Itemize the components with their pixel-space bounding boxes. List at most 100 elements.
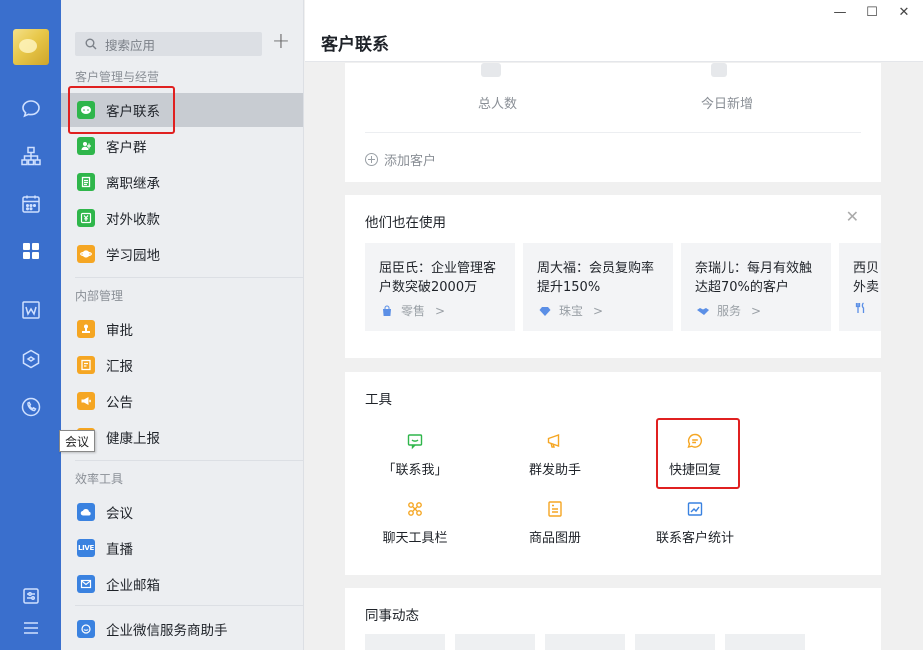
divider (75, 460, 303, 461)
sidebar-item-label: 企业邮箱 (106, 578, 160, 594)
left-rail (0, 0, 61, 650)
tool-customer-stats[interactable]: 联系客户统计 (645, 500, 745, 546)
fork-icon (855, 302, 865, 313)
sidebar-item-label: 企业微信服务商助手 (106, 623, 228, 639)
case-card[interactable]: 奈瑞儿：每月有效触达超70%的客户 服务 > (681, 243, 831, 331)
quick-reply-icon (686, 432, 704, 450)
section-title-efficiency: 效率工具 (75, 472, 124, 486)
chat-bubble-icon (77, 101, 95, 119)
divider (75, 605, 303, 606)
case-card[interactable]: 周大福：会员复购率提升150% 珠宝 > (523, 243, 673, 331)
divider (365, 132, 861, 133)
case-tag[interactable] (855, 302, 875, 314)
settings-icon[interactable] (18, 583, 44, 609)
activity-placeholder (725, 634, 805, 650)
case-tag[interactable]: 珠宝 > (539, 302, 603, 319)
header: 客户联系 — ☐ ✕ (305, 0, 923, 62)
report-icon (77, 356, 95, 374)
section-title-internal: 内部管理 (75, 289, 124, 303)
minimize-button[interactable]: — (829, 4, 851, 22)
tool-label: 联系客户统计 (655, 531, 734, 546)
sidebar-item-customer-group[interactable]: 客户群 (61, 129, 303, 163)
sidebar-item-label: 离职继承 (106, 176, 160, 192)
sidebar-item-customer-contact[interactable]: 客户联系 (61, 93, 303, 127)
sidebar-item-meeting[interactable]: 会议 (61, 495, 303, 529)
add-customer-button[interactable]: 添加客户 (365, 150, 436, 169)
activity-placeholder (365, 634, 445, 650)
today-count-blurred (711, 63, 727, 77)
sidebar-item-resign-inherit[interactable]: 离职继承 (61, 165, 303, 199)
sidebar-item-payment[interactable]: 对外收款 (61, 201, 303, 235)
search-icon (85, 38, 97, 50)
tools-card: 工具 「联系我」 群发助手 快捷回复 聊天工具栏 商品图册 联系客户统计 (345, 372, 881, 575)
close-icon[interactable]: ✕ (846, 207, 859, 226)
sidebar-item-health-report[interactable]: 健康上报 (61, 420, 303, 454)
divider (75, 277, 303, 278)
search-input[interactable]: 搜索应用 (75, 32, 262, 56)
sidebar-item-learning[interactable]: 学习园地 (61, 237, 303, 271)
planet-icon (77, 245, 95, 263)
sidebar-item-live[interactable]: LIVE 直播 (61, 531, 303, 565)
case-tag[interactable]: 服务 > (697, 302, 761, 319)
mail-icon (77, 575, 95, 593)
search-placeholder: 搜索应用 (105, 37, 156, 53)
stats-icon (686, 500, 704, 518)
sidebar-item-approval[interactable]: 审批 (61, 312, 303, 346)
section-title-customer: 客户管理与经营 (75, 70, 160, 84)
activity-placeholder (455, 634, 535, 650)
sidebar-item-label: 汇报 (106, 359, 133, 375)
bag-icon (383, 305, 391, 316)
tool-broadcast[interactable]: 群发助手 (505, 432, 605, 478)
tool-chat-toolbar[interactable]: 聊天工具栏 (365, 500, 465, 546)
tool-label: 「联系我」 (382, 463, 448, 478)
chat-icon[interactable] (18, 96, 44, 122)
case-tag[interactable]: 零售 > (381, 302, 445, 319)
broadcast-icon (546, 432, 564, 450)
tool-quick-reply[interactable]: 快捷回复 (645, 432, 745, 478)
tool-label: 商品图册 (528, 531, 581, 546)
calendar-icon[interactable] (18, 191, 44, 217)
org-chart-icon[interactable] (18, 143, 44, 169)
tool-contact-me[interactable]: 「联系我」 (365, 432, 465, 478)
add-circle-icon (365, 153, 378, 166)
cases-title: 他们也在使用 (365, 215, 446, 231)
sidebar-item-label: 会议 (106, 506, 133, 522)
sidebar-item-label: 客户联系 (106, 104, 160, 120)
toolbar-icon (406, 500, 424, 518)
sidebar-item-announcement[interactable]: 公告 (61, 384, 303, 418)
case-tag-label: 零售 (401, 304, 426, 318)
case-text: 西贝外卖 (853, 261, 880, 295)
doc-w-icon[interactable] (18, 297, 44, 323)
sidebar-item-label: 客户群 (106, 140, 147, 156)
catalog-icon (546, 500, 564, 518)
menu-icon[interactable] (18, 615, 44, 641)
phone-icon[interactable] (18, 394, 44, 420)
doc-icon (77, 173, 95, 191)
contact-me-icon (406, 432, 424, 450)
case-card[interactable]: 西贝外卖 (839, 243, 881, 331)
case-tag-label: 服务 (717, 304, 742, 318)
tooltip: 会议 (59, 430, 95, 452)
apps-grid-icon[interactable] (18, 238, 44, 264)
case-text: 屈臣氏：企业管理客户数突破2000万 (379, 261, 497, 295)
sidebar-item-label: 健康上报 (106, 431, 160, 447)
sidebar-item-service-helper[interactable]: 企业微信服务商助手 (61, 612, 303, 646)
megaphone-icon (77, 392, 95, 410)
sidebar-item-mail[interactable]: 企业邮箱 (61, 567, 303, 601)
sidebar-item-report[interactable]: 汇报 (61, 348, 303, 382)
avatar[interactable] (13, 29, 49, 65)
total-label: 总人数 (478, 97, 518, 112)
group-icon (77, 137, 95, 155)
cube-icon[interactable] (18, 346, 44, 372)
case-tag-label: 珠宝 (559, 304, 584, 318)
maximize-button[interactable]: ☐ (861, 4, 883, 22)
case-card[interactable]: 屈臣氏：企业管理客户数突破2000万 零售 > (365, 243, 515, 331)
stats-card: 总人数 今日新增 添加客户 (345, 63, 881, 182)
cloud-icon (77, 503, 95, 521)
case-text: 奈瑞儿：每月有效触达超70%的客户 (695, 261, 813, 295)
tool-catalog[interactable]: 商品图册 (505, 500, 605, 546)
activity-title: 同事动态 (365, 608, 419, 624)
close-button[interactable]: ✕ (893, 4, 915, 22)
helper-icon (77, 620, 95, 638)
add-app-button[interactable]: + (271, 31, 291, 55)
